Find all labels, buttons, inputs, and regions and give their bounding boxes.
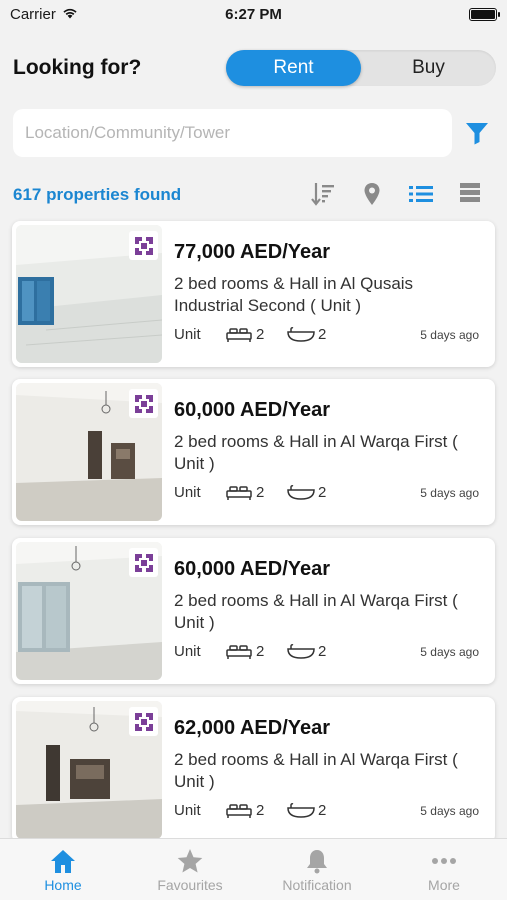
tab-notification[interactable]: Notification [254,839,380,900]
listing-title: 2 bed rooms & Hall in Al Warqa First ( U… [174,591,458,632]
more-icon [432,858,456,864]
listing-posted-time: 5 days ago [420,486,479,500]
listing-meta: Unit 2 2 5 days ago [174,325,479,345]
home-icon [51,850,75,873]
header: Looking for? Rent Buy [0,44,507,92]
list-view-icon[interactable] [408,181,434,207]
agency-logo-icon [129,548,158,577]
listing-meta: Unit 2 2 5 days ago [174,801,479,821]
bath-count: 2 [318,326,327,343]
status-left: Carrier [10,6,78,23]
battery-icon [469,7,500,21]
bed-icon [226,327,252,347]
bath-icon [287,485,315,505]
tab-more[interactable]: More [381,839,507,900]
carrier-label: Carrier [10,5,56,23]
status-bar: Carrier 6:27 PM [0,0,507,28]
bed-icon [226,803,252,823]
rent-button[interactable]: Rent [226,50,361,86]
star-icon [177,849,203,873]
bed-icon [226,485,252,505]
compact-list-icon[interactable] [457,181,483,207]
listing-title: 2 bed rooms & Hall in Al Warqa First ( U… [174,432,458,473]
wifi-icon [62,6,78,23]
bed-count: 2 [256,484,265,501]
listing-photo [16,542,162,680]
listing-posted-time: 5 days ago [420,328,479,342]
listing-title: 2 bed rooms & Hall in Al Qusais Industri… [174,274,414,315]
listing-posted-time: 5 days ago [420,804,479,818]
tab-notification-label: Notification [282,877,352,893]
listing-title: 2 bed rooms & Hall in Al Warqa First ( U… [174,750,458,791]
listing-price: 60,000 AED/Year [174,558,331,580]
listing-type: Unit [174,484,201,501]
bath-count: 2 [318,643,327,660]
listing-photo [16,383,162,521]
listing-price: 62,000 AED/Year [174,717,331,739]
bed-count: 2 [256,802,265,819]
map-pin-icon[interactable] [359,181,385,207]
listing-type: Unit [174,643,201,660]
bath-icon [287,644,315,664]
results-toolbar: 617 properties found [0,178,507,212]
bath-icon [287,327,315,347]
agency-logo-icon [129,707,158,736]
listing-type: Unit [174,326,201,343]
bath-icon [287,803,315,823]
agency-logo-icon [129,389,158,418]
listing-price: 60,000 AED/Year [174,399,331,421]
bath-count: 2 [318,802,327,819]
listing-price: 77,000 AED/Year [174,241,331,263]
bed-count: 2 [256,326,265,343]
listing-card[interactable]: 62,000 AED/Year 2 bed rooms & Hall in Al… [12,697,495,843]
listing-meta: Unit 2 2 5 days ago [174,483,479,503]
tab-favourites[interactable]: Favourites [127,839,253,900]
page-title: Looking for? [13,56,142,79]
listing-type: Unit [174,802,201,819]
listing-photo [16,225,162,363]
tab-favourites-label: Favourites [157,877,223,893]
sort-icon[interactable] [310,181,336,207]
buy-button[interactable]: Buy [361,50,496,86]
listing-card[interactable]: 77,000 AED/Year 2 bed rooms & Hall in Al… [12,221,495,367]
tab-home-label: Home [44,877,82,893]
search-input[interactable] [13,109,452,157]
results-count: 617 properties found [13,185,182,204]
filter-icon[interactable] [464,120,490,146]
tab-bar: Home Favourites Notification More [0,838,507,900]
bed-count: 2 [256,643,265,660]
tab-more-label: More [428,877,460,893]
bath-count: 2 [318,484,327,501]
listing-photo [16,701,162,839]
rent-buy-segmented-control: Rent Buy [226,50,496,86]
listing-posted-time: 5 days ago [420,645,479,659]
bed-icon [226,644,252,664]
listing-meta: Unit 2 2 5 days ago [174,642,479,662]
listing-card[interactable]: 60,000 AED/Year 2 bed rooms & Hall in Al… [12,538,495,684]
listing-card[interactable]: 60,000 AED/Year 2 bed rooms & Hall in Al… [12,379,495,525]
bell-icon [307,850,327,874]
agency-logo-icon [129,231,158,260]
tab-home[interactable]: Home [0,839,126,900]
